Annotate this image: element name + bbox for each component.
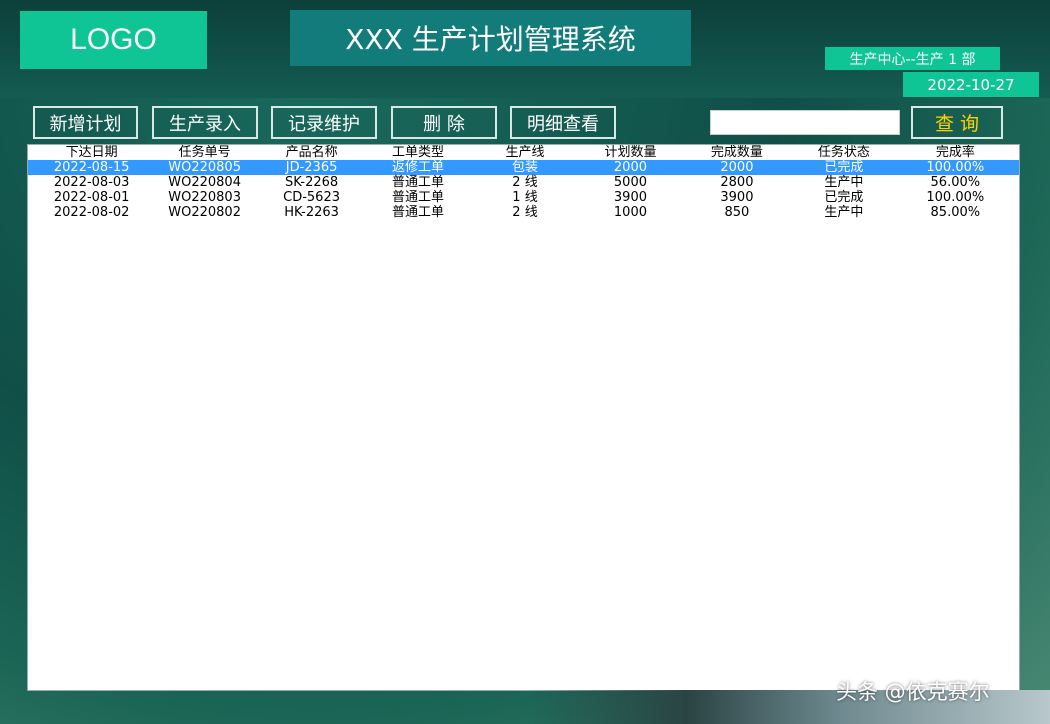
page-title: XXX 生产计划管理系统 — [290, 10, 691, 66]
cell-product: CD-5623 — [283, 190, 340, 205]
cell-product: HK-2263 — [284, 205, 339, 220]
cell-completed-qty: 3900 — [720, 190, 754, 205]
cell-completed-qty: 2800 — [720, 175, 754, 190]
cell-planned-qty: 1000 — [613, 205, 647, 220]
query-button[interactable]: 查 询 — [911, 106, 1003, 139]
cell-status: 生产中 — [824, 175, 864, 190]
production-entry-button[interactable]: 生产录入 — [152, 106, 258, 139]
cell-order-no: WO220803 — [168, 190, 241, 205]
cell-order-type: 返修工单 — [392, 160, 445, 175]
column-header[interactable]: 完成率 — [892, 145, 1019, 160]
cell-planned-qty: 2000 — [613, 160, 647, 175]
column-header[interactable]: 任务单号 — [155, 145, 254, 160]
cell-date: 2022-08-03 — [53, 175, 130, 190]
cell-order-type: 普通工单 — [392, 175, 445, 190]
column-header[interactable]: 任务状态 — [796, 145, 892, 160]
column-header[interactable]: 计划数量 — [583, 145, 678, 160]
detail-view-button[interactable]: 明细查看 — [510, 106, 616, 139]
cell-completed-qty: 2000 — [720, 160, 754, 175]
cell-planned-qty: 3900 — [613, 190, 647, 205]
cell-status: 已完成 — [824, 190, 864, 205]
cell-date: 2022-08-01 — [53, 190, 130, 205]
cell-date: 2022-08-02 — [53, 205, 130, 220]
cell-order-type: 普通工单 — [392, 190, 445, 205]
table-row[interactable]: 2022-08-02 WO220802 HK-2263 普通工单 2 线 100… — [28, 205, 1019, 220]
date-badge: 2022-10-27 — [903, 72, 1039, 97]
column-header[interactable]: 生产线 — [467, 145, 583, 160]
column-header[interactable]: 产品名称 — [254, 145, 369, 160]
cell-status: 已完成 — [824, 160, 864, 175]
record-maintenance-button[interactable]: 记录维护 — [271, 106, 377, 139]
department-badge: 生产中心--生产 1 部 — [825, 47, 1000, 70]
logo: LOGO — [20, 11, 207, 69]
plan-list[interactable]: 下达日期 任务单号 产品名称 工单类型 生产线 计划数量 完成数量 任务状态 完… — [27, 144, 1020, 691]
cell-order-no: WO220804 — [168, 175, 241, 190]
cell-product: SK-2268 — [284, 175, 339, 190]
cell-date: 2022-08-15 — [53, 160, 130, 175]
table-row[interactable]: 2022-08-15 WO220805 JD-2365 返修工单 包装 2000… — [28, 160, 1019, 175]
cell-completion-rate: 100.00% — [926, 190, 985, 205]
cell-line: 2 线 — [512, 205, 538, 220]
cell-line: 2 线 — [512, 175, 538, 190]
cell-status: 生产中 — [824, 205, 864, 220]
search-input[interactable] — [710, 110, 900, 135]
cell-product: JD-2365 — [285, 160, 338, 175]
cell-planned-qty: 5000 — [613, 175, 647, 190]
table-row[interactable]: 2022-08-03 WO220804 SK-2268 普通工单 2 线 500… — [28, 175, 1019, 190]
cell-line: 包装 — [511, 160, 538, 175]
cell-order-no: WO220802 — [168, 205, 241, 220]
add-plan-button[interactable]: 新增计划 — [33, 106, 138, 139]
cell-completion-rate: 56.00% — [930, 175, 981, 190]
cell-order-no: WO220805 — [168, 160, 241, 175]
column-header[interactable]: 工单类型 — [369, 145, 467, 160]
table-row[interactable]: 2022-08-01 WO220803 CD-5623 普通工单 1 线 390… — [28, 190, 1019, 205]
table-header: 下达日期 任务单号 产品名称 工单类型 生产线 计划数量 完成数量 任务状态 完… — [28, 145, 1019, 160]
cell-line: 1 线 — [512, 190, 538, 205]
column-header[interactable]: 下达日期 — [28, 145, 155, 160]
watermark: 头条 @依克赛尔 — [836, 680, 990, 704]
cell-completion-rate: 85.00% — [930, 205, 981, 220]
cell-order-type: 普通工单 — [392, 205, 445, 220]
cell-completed-qty: 850 — [724, 205, 750, 220]
delete-button[interactable]: 删 除 — [391, 106, 497, 139]
column-header[interactable]: 完成数量 — [678, 145, 796, 160]
cell-completion-rate: 100.00% — [926, 160, 985, 175]
